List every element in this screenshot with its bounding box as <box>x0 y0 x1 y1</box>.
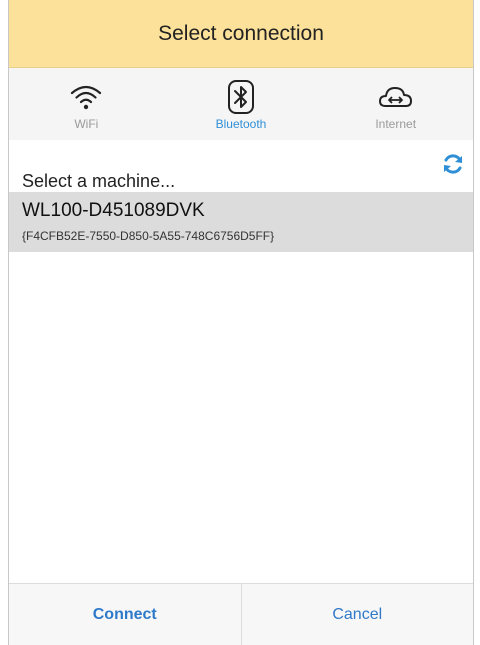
dialog-footer: Connect Cancel <box>9 583 473 645</box>
tab-bluetooth-label: Bluetooth <box>215 117 267 131</box>
tab-bluetooth[interactable]: Bluetooth <box>164 68 319 140</box>
machine-name: WL100-D451089DVK <box>22 200 205 221</box>
list-item[interactable]: WL100-D451089DVK {F4CFB52E-7550-D850-5A5… <box>9 192 473 252</box>
machine-list-panel: Select a machine... WL100-D451089DVK {F4… <box>9 140 473 583</box>
cancel-button[interactable]: Cancel <box>242 584 474 645</box>
connection-tabs: WiFi Bluetooth Internet <box>9 68 473 141</box>
refresh-icon[interactable] <box>441 152 465 176</box>
select-machine-subheader: Select a machine... <box>22 171 176 191</box>
cloud-sync-icon <box>378 80 414 114</box>
tab-wifi-label: WiFi <box>74 117 99 131</box>
dialog-header: Select connection <box>9 0 473 68</box>
machine-id: {F4CFB52E-7550-D850-5A55-748C6756D5FF} <box>22 229 275 243</box>
tab-internet-label: Internet <box>375 117 417 131</box>
connect-button[interactable]: Connect <box>9 584 242 645</box>
wifi-icon <box>68 80 104 114</box>
select-connection-dialog: Select connection WiFi Bluetooth Interne… <box>8 0 474 645</box>
tab-wifi[interactable]: WiFi <box>9 68 164 140</box>
dialog-title: Select connection <box>158 21 324 45</box>
bluetooth-icon <box>223 80 259 114</box>
tab-internet[interactable]: Internet <box>318 68 473 140</box>
